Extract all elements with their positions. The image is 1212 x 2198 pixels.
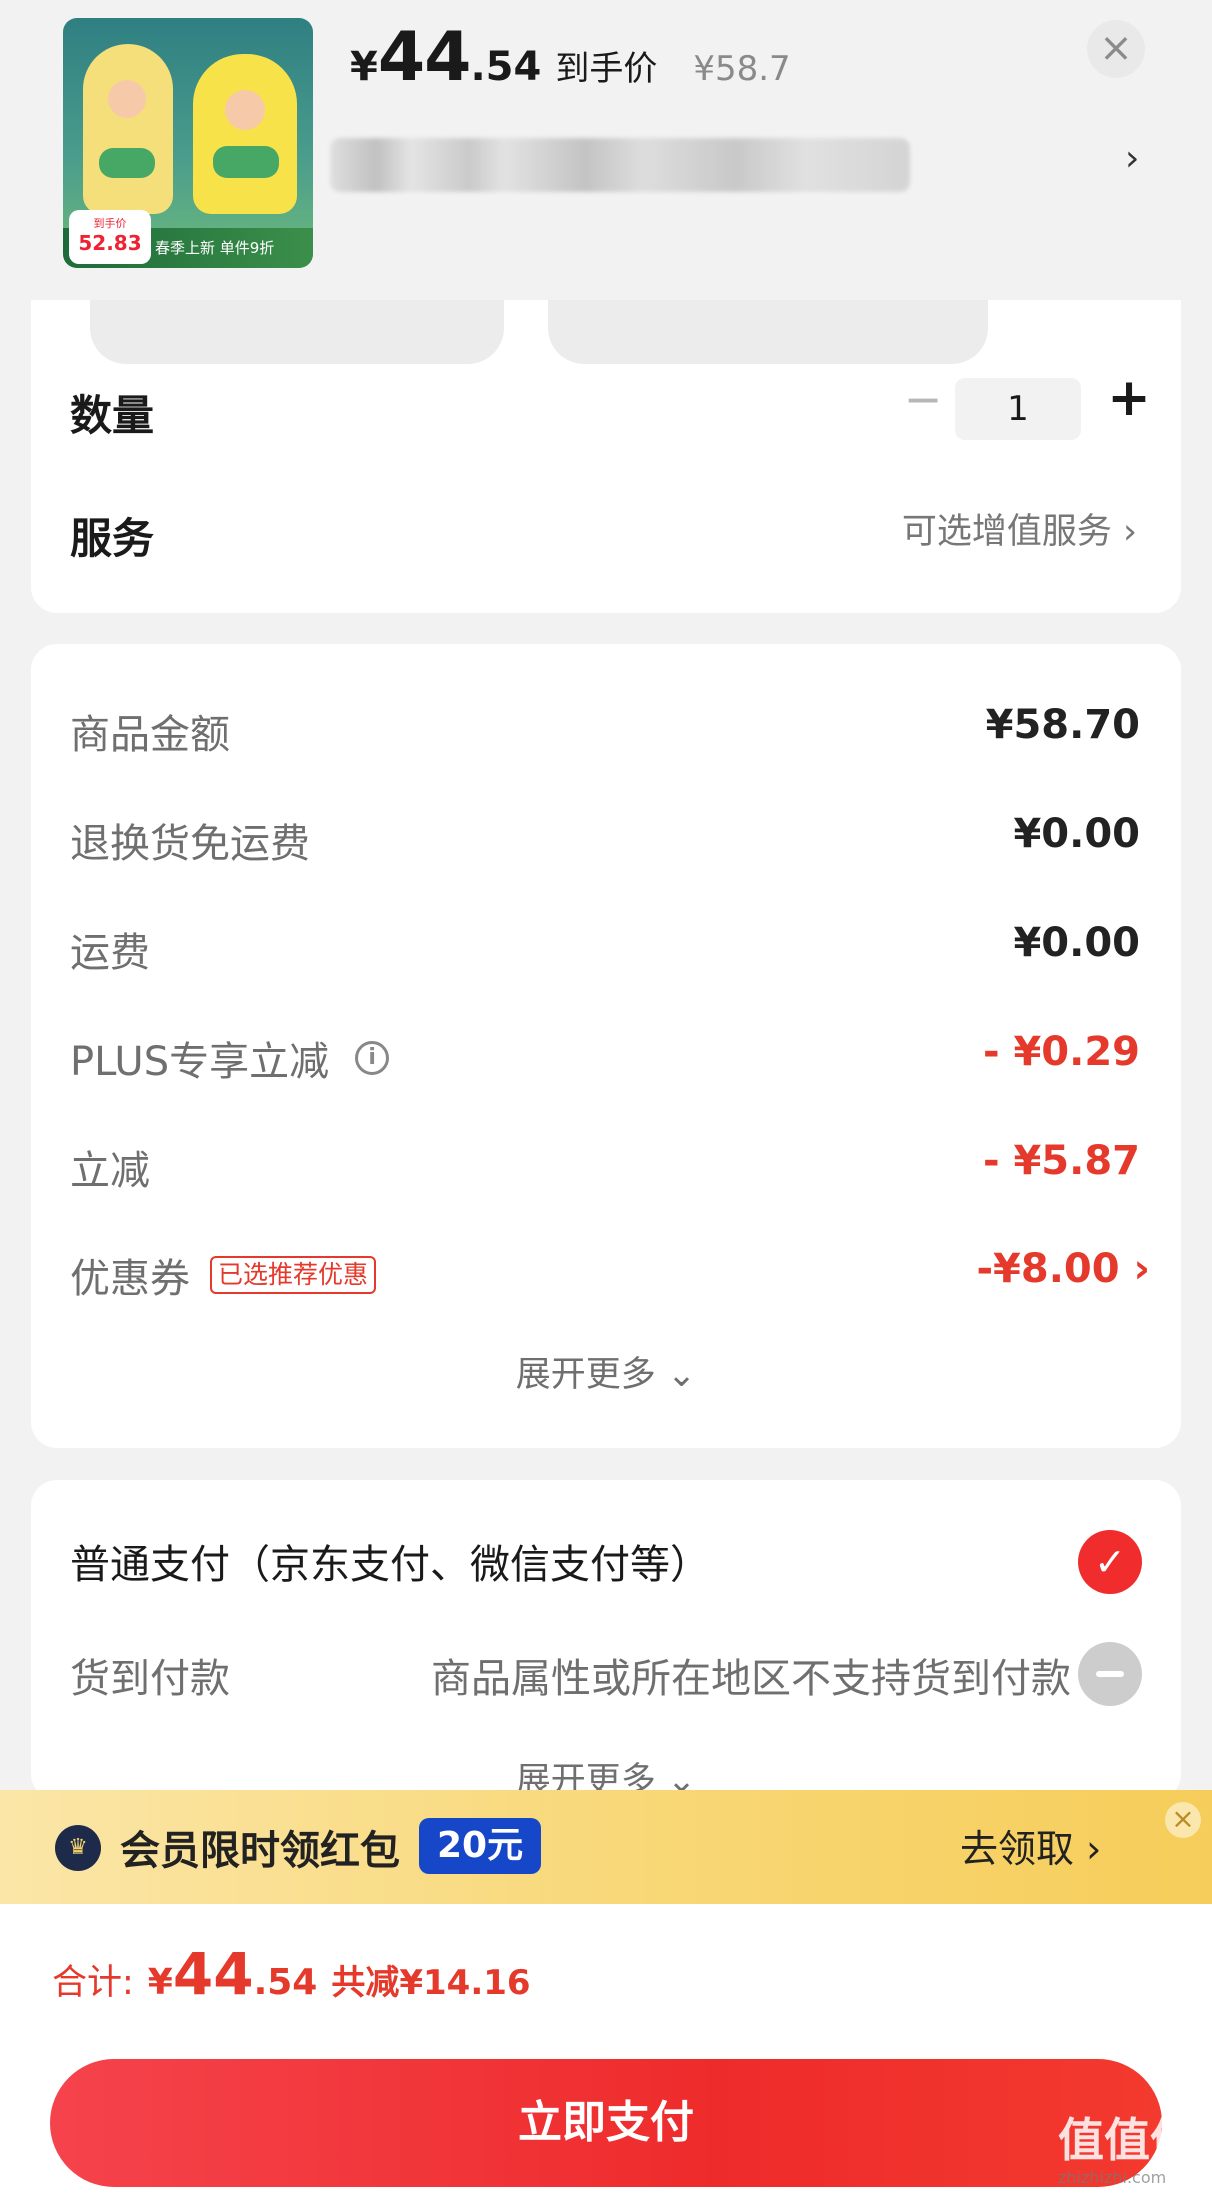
thumbnail-price-label: 到手价: [93, 217, 127, 230]
blurred-address: [330, 138, 910, 192]
fee-label: 优惠券 已选推荐优惠: [70, 1246, 377, 1304]
final-price: ¥ 44 .54 到手价 ¥58.7: [350, 18, 791, 98]
banner-amount-badge: 20元: [419, 1818, 542, 1874]
spec-option[interactable]: [548, 300, 988, 364]
fee-label: 立减: [70, 1148, 150, 1194]
price-integer: 44: [377, 18, 472, 97]
fee-row-shipping: 运费 ¥0.00: [70, 914, 1140, 976]
service-label: 服务: [70, 514, 155, 563]
coupon-value: -¥8.00 ›: [976, 1246, 1150, 1292]
checkout-bar: 合计: ¥ 44 .54 共减¥14.16 立即支付: [0, 1904, 1212, 2198]
fee-value: ¥0.00: [1013, 920, 1140, 966]
chevron-right-icon: ›: [1125, 138, 1140, 179]
dinosaur-pattern: [213, 146, 279, 178]
dinosaur-pattern: [99, 148, 155, 178]
final-price-label: 到手价: [555, 49, 658, 89]
order-options-card: 数量 − 1 + 服务 可选增值服务 ›: [31, 300, 1181, 613]
spec-option[interactable]: [90, 300, 504, 364]
quantity-label: 数量: [70, 391, 155, 440]
fee-label: 商品金额: [70, 712, 230, 758]
fee-row-instant-discount: 立减 - ¥5.87: [70, 1132, 1140, 1194]
banner-text: 会员限时领红包: [120, 1828, 400, 1874]
spec-options: [90, 300, 1020, 364]
total-decimal: .54: [253, 1962, 318, 2003]
fee-label: 退换货免运费: [70, 821, 310, 867]
fee-value: ¥0.00: [1013, 811, 1140, 857]
payment-cod-note: 商品属性或所在地区不支持货到付款: [431, 1656, 1071, 1702]
payment-cod-label: 货到付款: [70, 1656, 230, 1702]
checkmark-icon[interactable]: ✓: [1078, 1530, 1142, 1594]
payment-method-card: 普通支付（京东支付、微信支付等） ✓ 货到付款 商品属性或所在地区不支持货到付款…: [31, 1480, 1181, 1801]
fee-label: 运费: [70, 930, 150, 976]
plus-discount-label: PLUS专享立减: [70, 1039, 330, 1085]
thumbnail-price-tag: 到手价 52.83: [69, 210, 151, 264]
crown-icon: ♛: [55, 1825, 101, 1871]
fee-row-return-shipping: 退换货免运费 ¥0.00: [70, 805, 1140, 867]
total-integer: 44: [172, 1940, 254, 2008]
fee-row-coupon[interactable]: 优惠券 已选推荐优惠 -¥8.00 ›: [70, 1240, 1150, 1302]
total-savings: 共减¥14.16: [331, 1963, 531, 2003]
watermark-url: zhizhizhi.com: [1058, 2168, 1167, 2187]
fee-breakdown-card: 商品金额 ¥58.70 退换货免运费 ¥0.00 运费 ¥0.00 PLUS专享…: [31, 644, 1181, 1448]
quantity-input[interactable]: 1: [955, 378, 1081, 440]
currency-symbol: ¥: [147, 1962, 173, 2003]
coupon-tag: 已选推荐优惠: [210, 1256, 377, 1294]
order-total: 合计: ¥ 44 .54 共减¥14.16: [52, 1940, 531, 2008]
service-selector[interactable]: 可选增值服务 ›: [902, 503, 1137, 554]
currency-symbol: ¥: [350, 44, 378, 90]
disabled-radio-icon: [1078, 1642, 1142, 1706]
fee-value: - ¥0.29: [982, 1029, 1140, 1075]
site-watermark: 值值值 zhizhizhi.com: [1058, 2110, 1208, 2190]
thumbnail-price-value: 52.83: [78, 231, 142, 255]
quantity-decrease-button[interactable]: −: [896, 372, 950, 426]
pay-now-button[interactable]: 立即支付: [50, 2059, 1162, 2187]
claim-button[interactable]: 去领取 ›: [960, 1818, 1101, 1873]
child-face: [108, 80, 146, 118]
product-thumbnail[interactable]: 春季上新 单件9折 到手价 52.83: [63, 18, 313, 268]
coupon-label: 优惠券: [70, 1256, 190, 1302]
price-decimal: .54: [470, 44, 542, 90]
raincoat-illustration: [193, 54, 297, 214]
total-label: 合计:: [52, 1963, 134, 2003]
info-icon[interactable]: i: [355, 1041, 390, 1075]
fee-label: PLUS专享立减 i: [70, 1029, 390, 1087]
payment-normal-label[interactable]: 普通支付（京东支付、微信支付等）: [70, 1532, 710, 1590]
expand-more-button[interactable]: 展开更多 ⌄: [31, 1346, 1181, 1397]
watermark-logo-text: 值值值: [1058, 2113, 1196, 2167]
fee-value: ¥58.70: [985, 702, 1140, 748]
child-face: [225, 90, 265, 130]
fee-row-plus-discount: PLUS专享立减 i - ¥0.29: [70, 1023, 1140, 1085]
raincoat-illustration: [83, 44, 173, 214]
close-icon[interactable]: ×: [1087, 20, 1145, 78]
original-price: ¥58.7: [693, 49, 791, 89]
close-icon[interactable]: ×: [1165, 1802, 1201, 1838]
member-redpacket-banner[interactable]: ♛ 会员限时领红包 20元 去领取 › ×: [0, 1790, 1212, 1904]
quantity-increase-button[interactable]: +: [1101, 368, 1157, 428]
address-row[interactable]: ›: [330, 128, 1160, 200]
fee-value: - ¥5.87: [982, 1138, 1140, 1184]
fee-row-goods-amount: 商品金额 ¥58.70: [70, 696, 1140, 758]
product-header: 春季上新 单件9折 到手价 52.83 ¥ 44 .54 到手价 ¥58.7 ×…: [0, 0, 1212, 300]
